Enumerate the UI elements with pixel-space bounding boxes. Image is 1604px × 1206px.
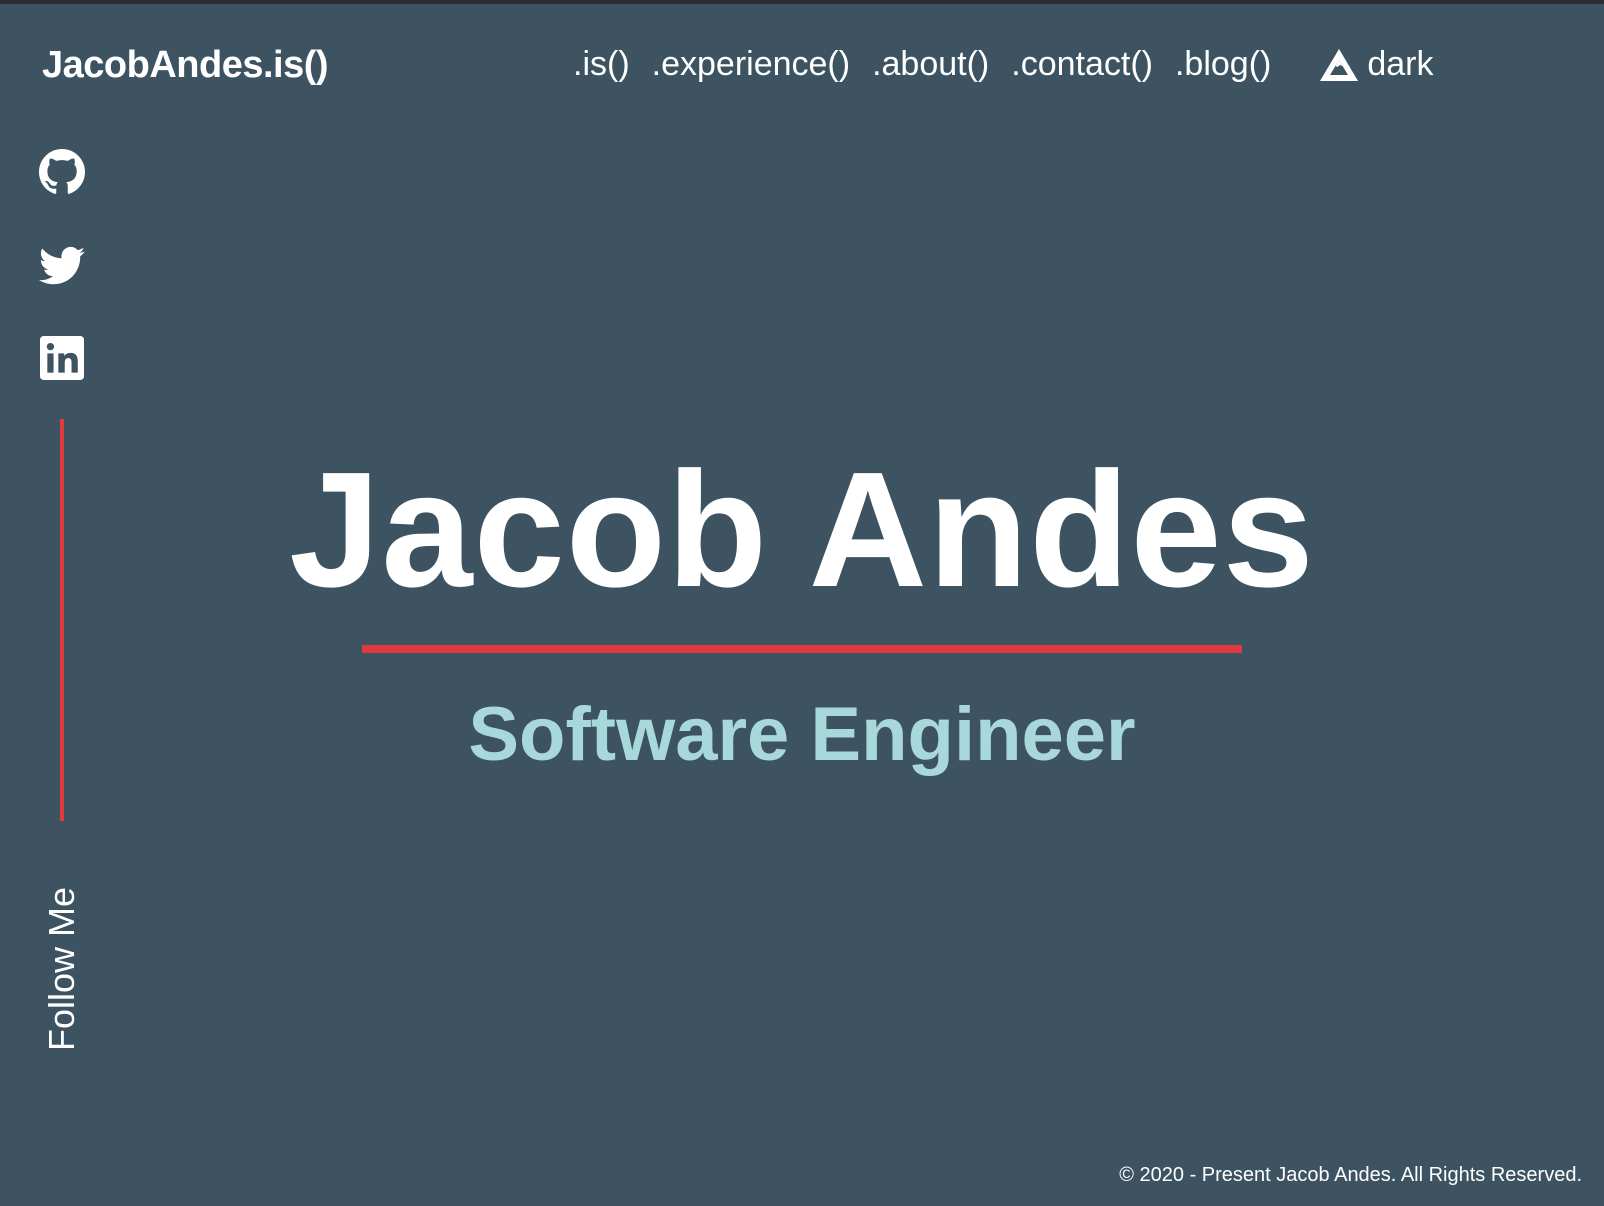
linkedin-link[interactable] <box>38 334 86 382</box>
linkedin-icon <box>40 336 84 380</box>
mountain-icon <box>1319 48 1359 82</box>
theme-toggle[interactable]: dark <box>1319 45 1434 84</box>
main-nav: .is() .experience() .about() .contact() … <box>573 45 1434 84</box>
hero-name: Jacob Andes <box>289 438 1315 621</box>
nav-item-experience[interactable]: .experience() <box>652 45 850 84</box>
hero-divider <box>362 645 1242 653</box>
github-icon <box>39 149 85 195</box>
twitter-icon <box>39 246 85 286</box>
footer-copyright: © 2020 - Present Jacob Andes. All Rights… <box>1119 1164 1582 1186</box>
github-link[interactable] <box>38 148 86 196</box>
site-brand-link[interactable]: JacobAndes.is() <box>42 44 329 87</box>
nav-item-is[interactable]: .is() <box>573 45 630 84</box>
theme-toggle-label: dark <box>1367 45 1434 83</box>
follow-me-label: Follow Me <box>41 886 82 1052</box>
page: JacobAndes.is() .is() .experience() .abo… <box>0 4 1604 1206</box>
twitter-link[interactable] <box>38 242 86 290</box>
nav-item-about[interactable]: .about() <box>872 45 989 84</box>
nav-item-contact[interactable]: .contact() <box>1011 45 1153 84</box>
hero-role: Software Engineer <box>468 692 1136 777</box>
nav-item-blog[interactable]: .blog() <box>1175 45 1271 84</box>
